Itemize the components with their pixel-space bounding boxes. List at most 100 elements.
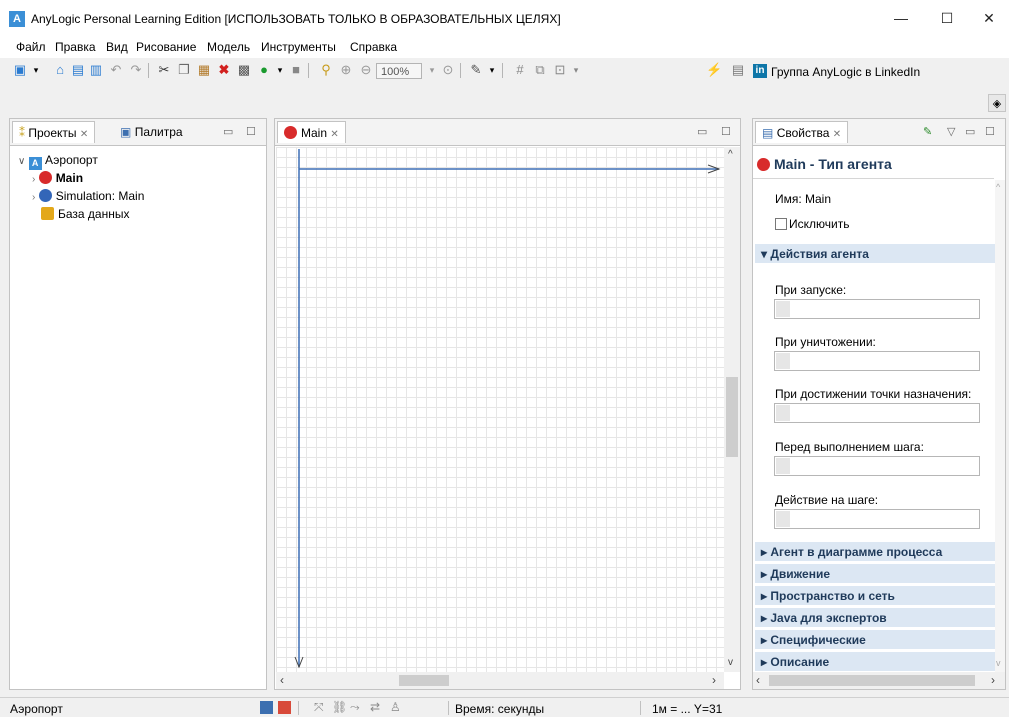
section-agent-actions[interactable]: ▾ Действия агента — [755, 244, 995, 264]
linkedin-group-link[interactable]: Группа AnyLogic в LinkedIn — [771, 65, 920, 79]
new-model-icon[interactable]: ▣ — [12, 62, 28, 78]
minimize-button[interactable]: — — [878, 6, 924, 30]
scroll-thumb[interactable] — [399, 675, 449, 686]
problems-icon[interactable] — [278, 701, 291, 714]
scroll-thumb[interactable] — [769, 675, 975, 686]
graphical-editor-canvas[interactable] — [276, 147, 724, 672]
wizard-icon[interactable]: ⚡ — [706, 62, 722, 78]
view-menu-icon[interactable]: ▽ — [947, 125, 955, 138]
section-space-network[interactable]: ▸ Пространство и сеть — [755, 586, 995, 606]
tab-projects[interactable]: ⁑ Проекты ✕ — [12, 121, 96, 143]
undo-icon[interactable]: ↶ — [108, 62, 124, 78]
expand-chevron-icon[interactable]: › — [32, 192, 35, 203]
perspective-icon[interactable]: ◈ — [988, 94, 1006, 112]
pick-icon[interactable]: ⚲ — [318, 62, 334, 78]
section-specific[interactable]: ▸ Специфические — [755, 630, 995, 650]
save-icon[interactable]: ▤ — [70, 62, 86, 78]
on-step-field[interactable] — [774, 509, 980, 529]
minimize-view-icon[interactable]: ▭ — [965, 125, 975, 138]
menu-view[interactable]: Вид — [106, 40, 128, 54]
run-icon[interactable]: ● — [256, 62, 272, 78]
scroll-thumb[interactable] — [726, 377, 738, 457]
tab-main[interactable]: Main ✕ — [277, 121, 346, 143]
properties-vertical-scrollbar[interactable]: ^ v — [995, 180, 1005, 672]
on-startup-field[interactable] — [774, 299, 980, 319]
zoom-reset-icon[interactable]: ⊙ — [440, 62, 456, 78]
zoom-in-icon[interactable]: ⊕ — [338, 62, 354, 78]
section-process-diagram[interactable]: ▸ Агент в диаграмме процесса — [755, 542, 995, 562]
move-icon[interactable]: ⇄ — [370, 700, 380, 714]
scroll-left-icon[interactable]: ‹ — [280, 673, 284, 687]
properties-horizontal-scrollbar[interactable]: ‹ › — [753, 672, 1005, 689]
menu-draw[interactable]: Рисование — [136, 40, 196, 54]
agent-menu-chevron-icon[interactable]: ▾ — [484, 62, 500, 78]
close-icon[interactable]: ✕ — [330, 129, 338, 140]
scroll-left-icon[interactable]: ‹ — [756, 673, 760, 687]
before-step-field[interactable] — [774, 456, 980, 476]
book-icon[interactable]: ▤ — [730, 62, 746, 78]
network-icon[interactable]: ⛓ — [332, 700, 347, 714]
copy-icon[interactable]: ❐ — [176, 62, 192, 78]
maximize-view-icon[interactable]: ☐ — [721, 125, 731, 138]
section-movement[interactable]: ▸ Движение — [755, 564, 995, 584]
expand-chevron-icon[interactable]: › — [32, 174, 35, 185]
section-java-experts[interactable]: ▸ Java для экспертов — [755, 608, 995, 628]
scroll-right-icon[interactable]: › — [712, 673, 716, 687]
delete-icon[interactable]: ✖ — [216, 62, 232, 78]
on-destroy-field[interactable] — [774, 351, 980, 371]
zoom-out-icon[interactable]: ⊖ — [358, 62, 374, 78]
maximize-view-icon[interactable]: ☐ — [246, 125, 256, 138]
tab-properties[interactable]: ▤ Свойства ✕ — [755, 121, 849, 143]
exclude-checkbox[interactable] — [775, 218, 787, 230]
section-description[interactable]: ▸ Описание — [755, 652, 995, 672]
editor-horizontal-scrollbar[interactable]: ‹ › — [276, 672, 724, 689]
menu-edit[interactable]: Правка — [55, 40, 96, 54]
editor-vertical-scrollbar[interactable]: ^ v — [724, 147, 740, 672]
zoom-level-select[interactable]: 100% — [376, 63, 422, 79]
agent-icon[interactable]: ✎ — [468, 62, 484, 78]
minimize-view-icon[interactable]: ▭ — [223, 125, 233, 138]
scroll-down-icon[interactable]: v — [996, 658, 1001, 668]
connector-icon[interactable]: ⤧ — [314, 700, 324, 715]
save-all-icon[interactable]: ▥ — [88, 62, 104, 78]
tab-palette[interactable]: ▣ Палитра — [114, 121, 189, 143]
console-icon[interactable] — [260, 701, 273, 714]
maximize-view-icon[interactable]: ☐ — [985, 125, 995, 138]
linkedin-icon[interactable]: in — [753, 64, 767, 78]
scroll-right-icon[interactable]: › — [991, 673, 995, 687]
paste-icon[interactable]: ▦ — [196, 62, 212, 78]
tree-item-database[interactable]: База данных — [41, 205, 129, 223]
menu-help[interactable]: Справка — [350, 40, 397, 54]
route-icon[interactable]: ⤳ — [350, 700, 360, 715]
tree-item-main[interactable]: › Main — [32, 169, 83, 187]
scroll-up-icon[interactable]: ^ — [996, 182, 1000, 192]
maximize-button[interactable]: ☐ — [924, 6, 970, 30]
tree-root[interactable]: ∨ A Аэропорт — [18, 151, 98, 170]
minimize-view-icon[interactable]: ▭ — [697, 125, 707, 138]
zoom-dropdown-chevron-icon[interactable]: ▾ — [424, 62, 440, 78]
menu-model[interactable]: Модель — [207, 40, 250, 54]
collapse-chevron-icon[interactable]: ∨ — [18, 156, 25, 167]
menu-tools[interactable]: Инструменты — [261, 40, 336, 54]
menu-file[interactable]: Файл — [16, 40, 46, 54]
layers-icon[interactable]: ⧉ — [532, 62, 548, 78]
run-menu-chevron-icon[interactable]: ▾ — [272, 62, 288, 78]
chevron-down-icon[interactable]: ▾ — [28, 62, 44, 78]
fit-icon[interactable]: ⊡ — [552, 62, 568, 78]
cut-icon[interactable]: ✂ — [156, 62, 172, 78]
stop-icon[interactable]: ■ — [288, 62, 304, 78]
person-icon[interactable]: ♙ — [390, 700, 401, 714]
fit-menu-chevron-icon[interactable]: ▾ — [568, 62, 584, 78]
on-arrival-field[interactable] — [774, 403, 980, 423]
name-value[interactable]: Main — [805, 192, 831, 206]
tree-item-simulation[interactable]: › Simulation: Main — [32, 187, 144, 205]
scroll-down-icon[interactable]: v — [728, 657, 733, 668]
build-icon[interactable]: ▩ — [236, 62, 252, 78]
close-icon[interactable]: ✕ — [833, 129, 841, 140]
open-icon[interactable]: ⌂ — [52, 62, 68, 78]
redo-icon[interactable]: ↷ — [128, 62, 144, 78]
new-view-icon[interactable]: ✎ — [923, 125, 932, 138]
close-button[interactable]: ✕ — [966, 6, 1009, 30]
scroll-up-icon[interactable]: ^ — [728, 149, 733, 160]
grid-icon[interactable]: # — [512, 62, 528, 78]
